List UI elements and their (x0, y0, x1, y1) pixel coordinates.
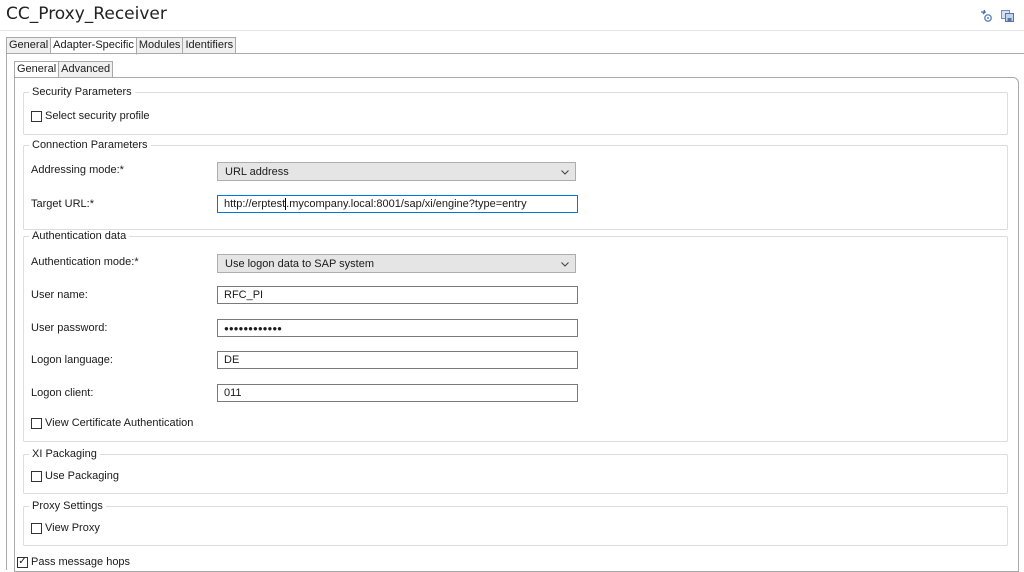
proxy-settings-legend: Proxy Settings (29, 500, 106, 513)
target-url-label: Target URL:* (31, 198, 94, 210)
select-security-profile-checkbox[interactable]: Select security profile (31, 110, 150, 122)
logon-language-input[interactable]: DE (217, 351, 578, 369)
authentication-mode-value: Use logon data to SAP system (225, 257, 374, 270)
adapter-specific-panel: General Advanced Security Parameters Sel… (6, 53, 1024, 572)
tab-modules[interactable]: Modules (136, 37, 184, 54)
user-name-input[interactable]: RFC_PI (217, 286, 578, 304)
chevron-down-icon (560, 259, 570, 272)
tab-general[interactable]: General (6, 37, 52, 54)
target-url-input[interactable]: http://erptest .mycompany.local:8001/sap/… (217, 195, 578, 213)
addressing-mode-value: URL address (225, 165, 289, 178)
logon-language-label: Logon language: (31, 354, 113, 366)
pass-message-hops-label: Pass message hops (31, 556, 131, 568)
connection-parameters-legend: Connection Parameters (29, 139, 151, 152)
view-certificate-authentication-checkbox[interactable]: View Certificate Authentication (31, 417, 193, 429)
user-password-masked-value: ●●●●●●●●●●●● (224, 323, 282, 333)
authentication-data-legend: Authentication data (29, 230, 130, 243)
save-copy-icon[interactable] (1000, 9, 1016, 23)
select-security-profile-label: Select security profile (45, 110, 150, 122)
checkbox-box[interactable] (31, 522, 42, 534)
checkbox-checked-box[interactable]: ✓ (17, 556, 28, 568)
target-url-text-after-caret: .mycompany.local:8001/sap/xi/engine?type… (286, 198, 527, 210)
refresh-settings-icon[interactable] (978, 9, 994, 23)
authentication-data-group: Authentication data Authentication mode:… (23, 230, 1008, 442)
chevron-down-icon (560, 167, 570, 180)
xi-packaging-legend: XI Packaging (29, 448, 100, 461)
user-name-label: User name: (31, 289, 88, 301)
addressing-mode-select[interactable]: URL address (217, 162, 576, 181)
security-parameters-group: Security Parameters Select security prof… (23, 86, 1008, 135)
user-name-value: RFC_PI (224, 289, 264, 301)
use-packaging-label: Use Packaging (45, 470, 119, 482)
security-parameters-legend: Security Parameters (29, 86, 135, 99)
addressing-mode-label: Addressing mode:* (31, 164, 124, 176)
logon-client-input[interactable]: 011 (217, 384, 578, 402)
pass-message-hops-checkbox[interactable]: ✓ Pass message hops (17, 556, 130, 568)
general-subpanel: Security Parameters Select security prof… (14, 77, 1019, 572)
view-proxy-label: View Proxy (45, 522, 100, 534)
logon-client-value: 011 (224, 387, 242, 399)
view-certificate-authentication-label: View Certificate Authentication (45, 417, 194, 429)
checkbox-box[interactable] (31, 417, 42, 429)
user-password-input[interactable]: ●●●●●●●●●●●● (217, 319, 578, 337)
target-url-text-before-caret: http://erptest (224, 198, 286, 210)
use-packaging-checkbox[interactable]: Use Packaging (31, 470, 119, 482)
user-password-label: User password: (31, 322, 108, 334)
window-title: CC_Proxy_Receiver (6, 4, 167, 24)
logon-client-label: Logon client: (31, 387, 94, 399)
header-separator (0, 30, 1024, 31)
tab-identifiers[interactable]: Identifiers (183, 37, 237, 54)
subtab-advanced[interactable]: Advanced (59, 61, 114, 78)
checkbox-box[interactable] (31, 110, 42, 122)
checkbox-box[interactable] (31, 470, 42, 482)
authentication-mode-label: Authentication mode:* (31, 256, 139, 268)
view-proxy-checkbox[interactable]: View Proxy (31, 522, 100, 534)
logon-language-value: DE (224, 354, 240, 366)
header-toolbar (978, 9, 1016, 23)
authentication-mode-select[interactable]: Use logon data to SAP system (217, 254, 576, 273)
connection-parameters-group: Connection Parameters Addressing mode:* … (23, 139, 1008, 230)
proxy-settings-group: Proxy Settings View Proxy (23, 500, 1008, 546)
xi-packaging-group: XI Packaging Use Packaging (23, 448, 1008, 494)
